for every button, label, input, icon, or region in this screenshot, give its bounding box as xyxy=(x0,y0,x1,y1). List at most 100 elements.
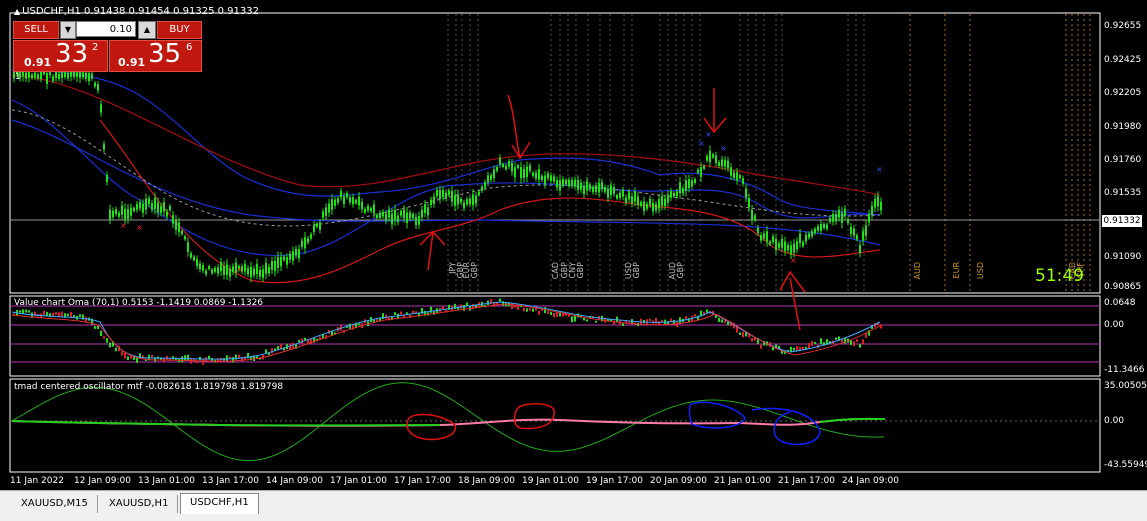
candle-body xyxy=(250,266,252,278)
candle-body xyxy=(718,162,720,166)
sell-price-big: 33 xyxy=(55,39,89,69)
candle-body xyxy=(844,208,846,216)
candle-body xyxy=(382,211,384,217)
candle-body xyxy=(253,268,255,276)
candle-body xyxy=(355,200,357,204)
candle-body xyxy=(829,217,831,222)
time-axis-label: 18 Jan 09:00 xyxy=(458,476,515,486)
value-candle xyxy=(277,346,279,350)
buy-price-box[interactable]: 0.91 35 6 xyxy=(109,39,202,72)
candle-body xyxy=(427,207,429,216)
candle-body xyxy=(826,224,828,229)
value-candle xyxy=(538,311,540,315)
candle-body xyxy=(379,212,381,218)
candle-body xyxy=(271,261,273,270)
value-candle xyxy=(739,332,741,335)
value-candle xyxy=(526,308,528,312)
lot-size-input[interactable]: 0.10 xyxy=(76,21,136,37)
chart-canvas[interactable]: ××× × × ×× × xyxy=(0,0,1147,490)
candle-body xyxy=(430,199,432,206)
value-candle xyxy=(595,320,597,323)
candle-body xyxy=(625,197,627,203)
candle-body xyxy=(865,225,867,236)
candle-body xyxy=(388,209,390,218)
value-candle xyxy=(127,356,129,361)
candle-body xyxy=(499,157,501,165)
value-candle xyxy=(835,337,837,340)
time-axis-label: 19 Jan 01:00 xyxy=(522,476,579,486)
candle-body xyxy=(367,205,369,211)
value-candle xyxy=(67,313,69,317)
candle-body xyxy=(178,222,180,233)
buy-button[interactable]: BUY xyxy=(157,21,202,39)
tab-xauusd-h1[interactable]: XAUUSD,H1 xyxy=(100,495,179,513)
candle-body xyxy=(679,182,681,194)
tab-xauusd-m15[interactable]: XAUUSD,M15 xyxy=(12,495,98,513)
candle-body xyxy=(451,191,453,202)
candle-body xyxy=(553,176,555,182)
value-candle xyxy=(412,310,414,314)
sell-price-box[interactable]: 0.91 33 2 xyxy=(13,39,108,72)
candle-body xyxy=(484,182,486,188)
lot-step-up-icon[interactable]: ▲ xyxy=(138,21,156,39)
candle-body xyxy=(433,196,435,205)
annotation-red-circle-1 xyxy=(406,413,456,441)
candle-body xyxy=(466,199,468,205)
candle-body xyxy=(805,234,807,242)
candle-body xyxy=(538,168,540,180)
candle-body xyxy=(526,166,528,178)
candle-body xyxy=(397,215,399,222)
candle-body xyxy=(202,265,204,271)
candle-body xyxy=(91,73,93,79)
candle-body xyxy=(778,242,780,248)
candle-body xyxy=(562,179,564,185)
candle-body xyxy=(691,180,693,187)
candle-body xyxy=(226,264,228,275)
candle-body xyxy=(448,190,450,195)
tab-usdchf-h1[interactable]: USDCHF,H1 xyxy=(180,493,259,514)
candle-body xyxy=(532,172,534,176)
symbol-title: ▲ USDCHF,H1 0.91438 0.91454 0.91325 0.913… xyxy=(14,6,259,17)
candle-body xyxy=(871,205,873,215)
value-candle xyxy=(121,351,123,356)
candle-body xyxy=(763,233,765,239)
value-axis-label: 0.00 xyxy=(1104,320,1125,330)
candle-body xyxy=(730,167,732,176)
candle-body xyxy=(838,209,840,218)
candle-body xyxy=(661,196,663,206)
svg-text:×: × xyxy=(790,256,797,265)
candle-body xyxy=(391,213,393,225)
candle-body xyxy=(658,199,660,209)
candle-body xyxy=(487,175,489,183)
candle-body xyxy=(757,227,759,234)
candle-body xyxy=(817,226,819,231)
candle-body xyxy=(436,189,438,196)
candle-body xyxy=(37,74,39,79)
candle-body xyxy=(775,239,777,251)
annotation-red-arrow-3 xyxy=(419,230,446,271)
candle-body xyxy=(409,212,411,219)
candle-body xyxy=(583,185,585,195)
value-candle xyxy=(55,312,57,315)
value-candle xyxy=(298,339,300,343)
value-candle xyxy=(880,324,882,329)
candle-body xyxy=(760,234,762,241)
value-candle xyxy=(724,320,726,323)
candle-body xyxy=(685,180,687,191)
chart-window[interactable]: × × × × × × × × JPY GBP EUR GBP CAD GBP CNY GBP USD G… xyxy=(0,0,1147,490)
candle-body xyxy=(58,73,60,79)
candle-body xyxy=(565,180,567,185)
value-candle xyxy=(394,312,396,315)
time-axis-label: 12 Jan 09:00 xyxy=(74,476,131,486)
candle-body xyxy=(319,222,321,230)
candle-body xyxy=(112,210,114,218)
candle-body xyxy=(517,165,519,169)
value-candle xyxy=(586,319,588,322)
value-candle xyxy=(676,321,678,328)
candle-body xyxy=(835,214,837,222)
buy-price-big: 35 xyxy=(148,39,182,69)
lot-dropdown-icon[interactable]: ▼ xyxy=(60,21,76,39)
sell-button[interactable]: SELL xyxy=(13,21,59,39)
candle-body xyxy=(682,188,684,194)
news-currency-label: GBP xyxy=(470,262,479,279)
